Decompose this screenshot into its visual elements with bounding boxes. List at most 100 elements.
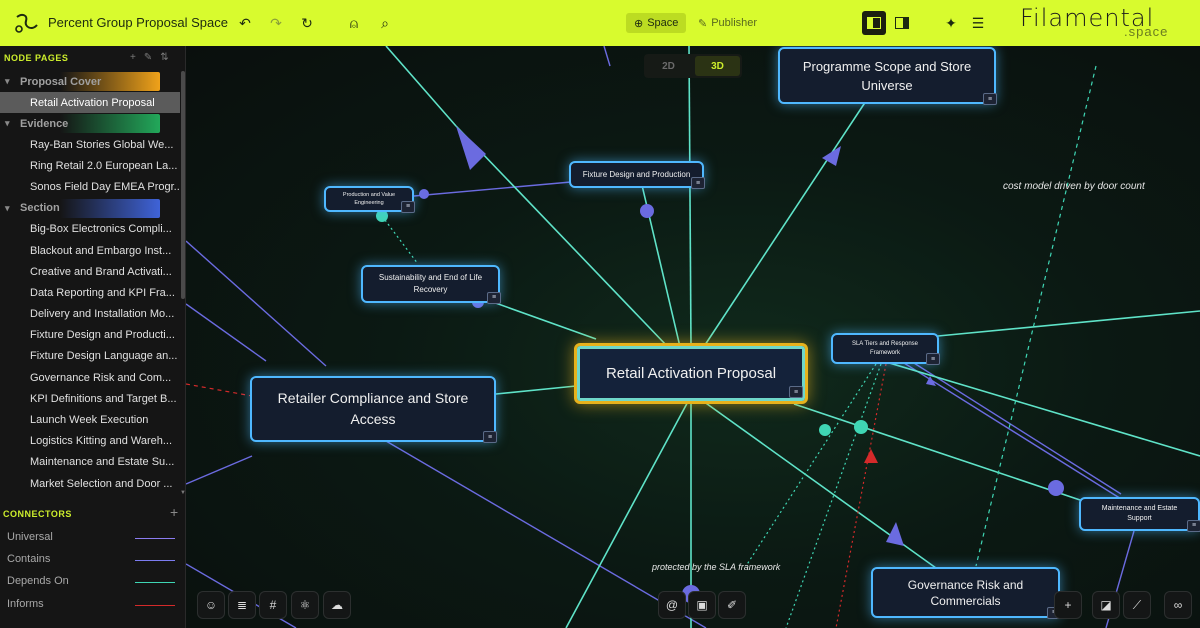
document-icon[interactable]: ≡ (483, 431, 497, 443)
node-retailer-compliance[interactable]: Retailer Compliance and Store Access ≡ (250, 376, 497, 443)
align-icon[interactable]: ≣ (228, 591, 256, 619)
camera-icon[interactable]: ▣ (688, 591, 716, 619)
node-sustainability[interactable]: Sustainability and End of Life Recovery … (361, 265, 501, 304)
node-retail-activation[interactable]: Retail Activation Proposal ≡ (574, 343, 808, 404)
list-item[interactable]: Market Selection and Door ... (0, 473, 180, 494)
chevron-down-icon[interactable]: ▾ (5, 118, 10, 129)
view-2d-button[interactable]: 2D (646, 56, 691, 76)
react-icon[interactable]: ⚛ (291, 591, 319, 619)
node-title: Sustainability and End of Life Recovery (378, 273, 483, 294)
node-maintenance-estate[interactable]: Maintenance and Estate Support ≡ (1079, 497, 1200, 532)
person-icon[interactable]: ⍝ (343, 12, 365, 34)
connector-swatch (135, 560, 175, 561)
logo-icon[interactable] (14, 11, 40, 35)
edge-line (688, 46, 692, 347)
chevron-down-icon[interactable]: ▾ (5, 203, 10, 214)
edges-layer (186, 46, 1200, 628)
edge-arrowhead (864, 449, 878, 463)
document-icon[interactable]: ≡ (487, 292, 501, 304)
connector-depends-on[interactable]: Depends On (7, 575, 177, 587)
graph-canvas[interactable]: 2D 3D Programme Scope and Store Universe… (186, 46, 1200, 628)
hash-icon[interactable]: # (259, 591, 287, 619)
spiral-icon[interactable]: @ (658, 591, 686, 619)
list-item[interactable]: Maintenance and Estate Su... (0, 452, 180, 473)
list-item[interactable]: Ring Retail 2.0 European La... (0, 155, 180, 176)
group-color-swatch (60, 198, 160, 218)
page-edit-icon[interactable]: ◪ (1092, 591, 1120, 619)
list-item[interactable]: Creative and Brand Activati... (0, 261, 180, 282)
node-pages-actions: + ✎ ⇅ (130, 52, 169, 63)
publisher-mode-button[interactable]: ✎ Publisher (698, 13, 757, 33)
hamburger-menu-icon[interactable]: ☰ (967, 12, 989, 34)
view-mode-toggle: 2D 3D (644, 54, 742, 78)
connector-informs[interactable]: Informs (7, 598, 177, 610)
add-page-icon[interactable]: + (130, 52, 136, 63)
brand-logo-suffix: .space (1124, 24, 1169, 39)
undo-icon[interactable]: ↶ (234, 12, 256, 34)
view-3d-button[interactable]: 3D (695, 56, 740, 76)
edge-line (413, 181, 572, 197)
document-icon[interactable]: ≡ (983, 93, 997, 105)
edge-handle (640, 204, 654, 218)
connector-label: Contains (7, 553, 51, 565)
list-item[interactable]: Launch Week Execution (0, 409, 180, 430)
document-icon[interactable]: ≡ (1187, 520, 1200, 532)
brush-icon[interactable]: ✐ (718, 591, 746, 619)
chevron-down-icon[interactable]: ▾ (5, 76, 10, 87)
group-section[interactable]: ▾ Section (0, 198, 180, 219)
magic-wand-icon[interactable]: ⟋ (1123, 591, 1151, 619)
document-icon[interactable]: ≡ (401, 201, 415, 213)
node-sla-tiers[interactable]: SLA Tiers and Response Framework ≡ (831, 333, 940, 365)
left-panel-toggle[interactable] (862, 11, 886, 35)
search-icon[interactable]: ⌕ (374, 12, 396, 34)
list-item[interactable]: Logistics Kitting and Wareh... (0, 431, 180, 452)
node-production-value[interactable]: Production and Value Engineering ≡ (324, 186, 415, 213)
group-proposal-cover[interactable]: ▾ Proposal Cover (0, 71, 180, 92)
sidebar-scrollbar[interactable] (181, 71, 185, 299)
connector-label: Informs (7, 598, 44, 610)
node-title: Maintenance and Estate Support (1101, 505, 1178, 522)
node-programme-scope[interactable]: Programme Scope and Store Universe ≡ (778, 47, 997, 105)
list-item[interactable]: Blackout and Embargo Inst... (0, 240, 180, 261)
node-title: Production and Value Engineering (342, 192, 396, 206)
list-item[interactable]: Governance Risk and Com... (0, 367, 180, 388)
link-icon[interactable]: ∞ (1164, 591, 1192, 619)
list-item[interactable]: Delivery and Installation Mo... (0, 304, 180, 325)
connector-universal[interactable]: Universal (7, 531, 177, 543)
node-fixture-design[interactable]: Fixture Design and Production ≡ (569, 161, 705, 189)
document-icon[interactable]: ≡ (926, 353, 940, 365)
node-governance-risk[interactable]: Governance Risk and Commercials ≡ (871, 567, 1061, 619)
right-panel-toggle[interactable] (890, 11, 914, 35)
redo-icon[interactable]: ↷ (265, 12, 287, 34)
edge-handle (1048, 480, 1064, 496)
sparkle-icon[interactable]: ✦ (940, 12, 962, 34)
plus-icon[interactable]: + (1054, 591, 1082, 619)
list-item[interactable]: Retail Activation Proposal (0, 92, 180, 114)
edge-line (385, 46, 457, 127)
document-icon[interactable]: ≡ (691, 177, 705, 189)
connector-contains[interactable]: Contains (7, 553, 177, 565)
document-icon[interactable]: ≡ (789, 386, 803, 398)
edit-icon[interactable]: ✎ (144, 52, 152, 63)
alien-icon[interactable]: ☺ (197, 591, 225, 619)
list-item[interactable]: KPI Definitions and Target B... (0, 388, 180, 409)
group-evidence[interactable]: ▾ Evidence (0, 113, 180, 134)
node-title: Fixture Design and Production (582, 170, 691, 179)
edge-line (700, 100, 867, 352)
space-mode-label: Space (647, 17, 679, 29)
list-item[interactable]: Ray-Ban Stories Global We... (0, 134, 180, 155)
group-label: Evidence (20, 117, 69, 130)
edge-line (186, 303, 267, 362)
connector-swatch (135, 605, 175, 606)
list-item[interactable]: Sonos Field Day EMEA Progr... (0, 177, 180, 198)
refresh-icon[interactable]: ↻ (296, 12, 318, 34)
edge-line (937, 310, 1200, 337)
list-item[interactable]: Data Reporting and KPI Fra... (0, 282, 180, 303)
sort-icon[interactable]: ⇅ (160, 52, 168, 63)
list-item[interactable]: Fixture Design Language an... (0, 346, 180, 367)
space-mode-button[interactable]: ⊕ Space (626, 13, 687, 33)
list-item[interactable]: Fixture Design and Producti... (0, 325, 180, 346)
cloud-icon[interactable]: ☁ (323, 591, 351, 619)
add-connector-icon[interactable]: + (170, 504, 178, 520)
list-item[interactable]: Big-Box Electronics Compli... (0, 219, 180, 240)
